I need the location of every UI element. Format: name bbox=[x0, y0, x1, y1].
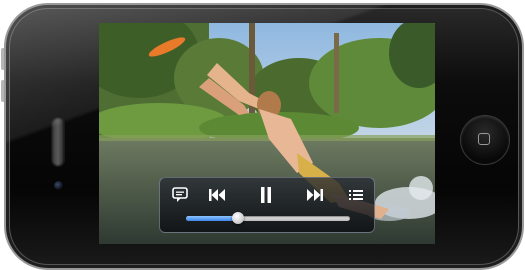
home-square-icon bbox=[478, 133, 490, 145]
skip-forward-icon bbox=[307, 189, 323, 201]
next-button[interactable] bbox=[303, 184, 327, 206]
scrubber-thumb[interactable] bbox=[232, 212, 245, 224]
pause-icon bbox=[261, 187, 271, 203]
earpiece-speaker bbox=[52, 118, 64, 166]
pause-button[interactable] bbox=[254, 184, 278, 206]
list-icon bbox=[349, 190, 363, 200]
previous-button[interactable] bbox=[205, 184, 229, 206]
device-mockup bbox=[0, 0, 525, 270]
video-player[interactable] bbox=[99, 23, 435, 244]
subtitles-button[interactable] bbox=[168, 184, 192, 206]
progress-fill bbox=[186, 216, 239, 221]
skip-back-icon bbox=[209, 189, 225, 201]
chapters-button[interactable] bbox=[344, 184, 368, 206]
speech-bubble-icon bbox=[172, 187, 188, 202]
home-button[interactable] bbox=[461, 116, 509, 164]
playback-controls bbox=[159, 177, 375, 233]
front-camera bbox=[54, 181, 63, 190]
progress-scrubber[interactable] bbox=[186, 212, 350, 224]
